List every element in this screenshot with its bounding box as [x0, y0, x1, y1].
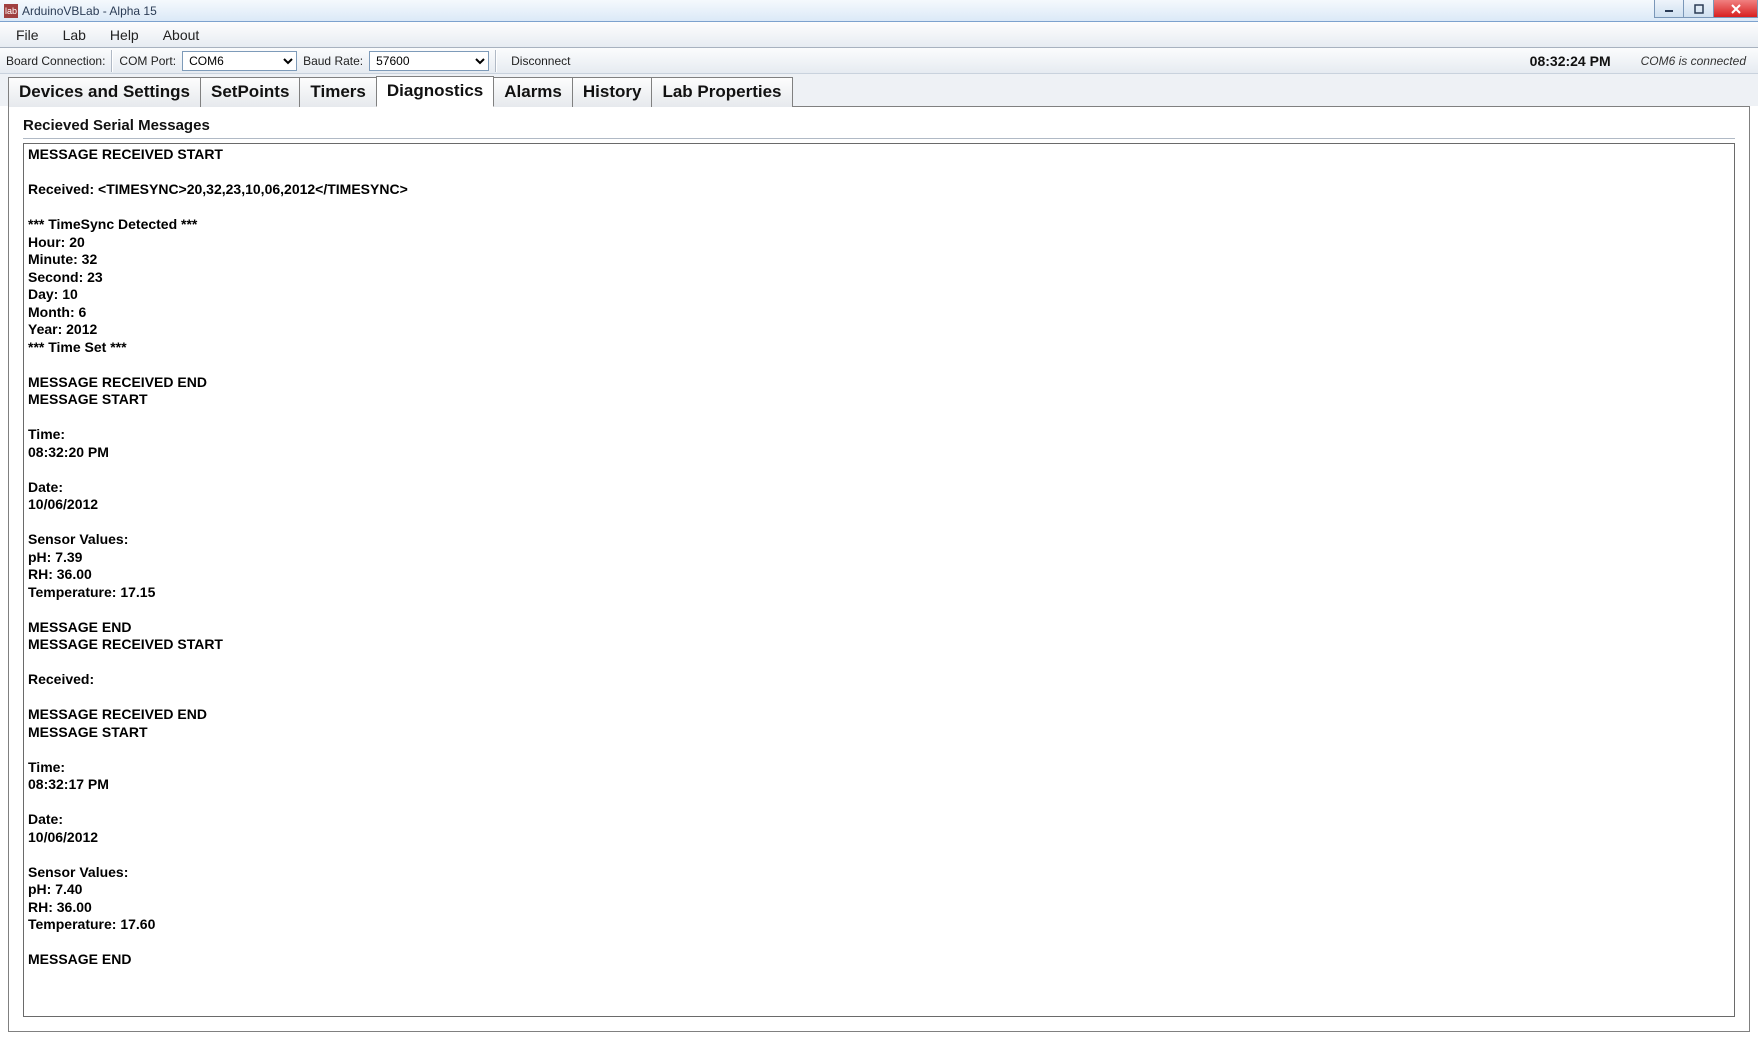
- window-title: ArduinoVBLab - Alpha 15: [22, 4, 157, 18]
- toolstrip: Board Connection: COM Port: COM6 Baud Ra…: [0, 48, 1758, 74]
- clock-display: 08:32:24 PM: [1530, 53, 1611, 69]
- disconnect-button[interactable]: Disconnect: [503, 52, 578, 70]
- serial-log-container: MESSAGE RECEIVED START Received: <TIMESY…: [23, 143, 1735, 1017]
- com-port-select[interactable]: COM6: [182, 51, 297, 71]
- close-icon: [1730, 4, 1742, 14]
- tab-diagnostics[interactable]: Diagnostics: [376, 76, 494, 107]
- toolstrip-separator: [495, 50, 497, 72]
- app-icon: lab: [4, 4, 18, 18]
- board-connection-label: Board Connection:: [6, 54, 105, 68]
- close-button[interactable]: [1714, 0, 1758, 18]
- toolstrip-separator: [111, 50, 113, 72]
- minimize-icon: [1664, 4, 1674, 14]
- menu-about[interactable]: About: [153, 23, 210, 47]
- tab-lab-properties[interactable]: Lab Properties: [651, 77, 792, 107]
- tab-bar: Devices and Settings SetPoints Timers Di…: [0, 74, 1758, 106]
- maximize-button[interactable]: [1684, 0, 1714, 18]
- menu-file[interactable]: File: [6, 23, 49, 47]
- serial-log[interactable]: MESSAGE RECEIVED START Received: <TIMESY…: [24, 144, 1734, 1016]
- tab-history[interactable]: History: [572, 77, 653, 107]
- minimize-button[interactable]: [1654, 0, 1684, 18]
- baud-rate-select[interactable]: 57600: [369, 51, 489, 71]
- menu-help[interactable]: Help: [100, 23, 149, 47]
- tab-setpoints[interactable]: SetPoints: [200, 77, 300, 107]
- tab-content-diagnostics: Recieved Serial Messages MESSAGE RECEIVE…: [8, 106, 1750, 1032]
- maximize-icon: [1694, 4, 1704, 14]
- tab-devices-and-settings[interactable]: Devices and Settings: [8, 77, 201, 107]
- tab-timers[interactable]: Timers: [299, 77, 376, 107]
- menubar: File Lab Help About: [0, 22, 1758, 48]
- tab-alarms[interactable]: Alarms: [493, 77, 573, 107]
- window-controls: [1654, 0, 1758, 18]
- window-titlebar: lab ArduinoVBLab - Alpha 15: [0, 0, 1758, 22]
- com-port-label: COM Port:: [119, 54, 176, 68]
- menu-lab[interactable]: Lab: [53, 23, 96, 47]
- connection-status: COM6 is connected: [1641, 54, 1746, 68]
- baud-rate-label: Baud Rate:: [303, 54, 363, 68]
- serial-messages-title: Recieved Serial Messages: [23, 113, 1735, 139]
